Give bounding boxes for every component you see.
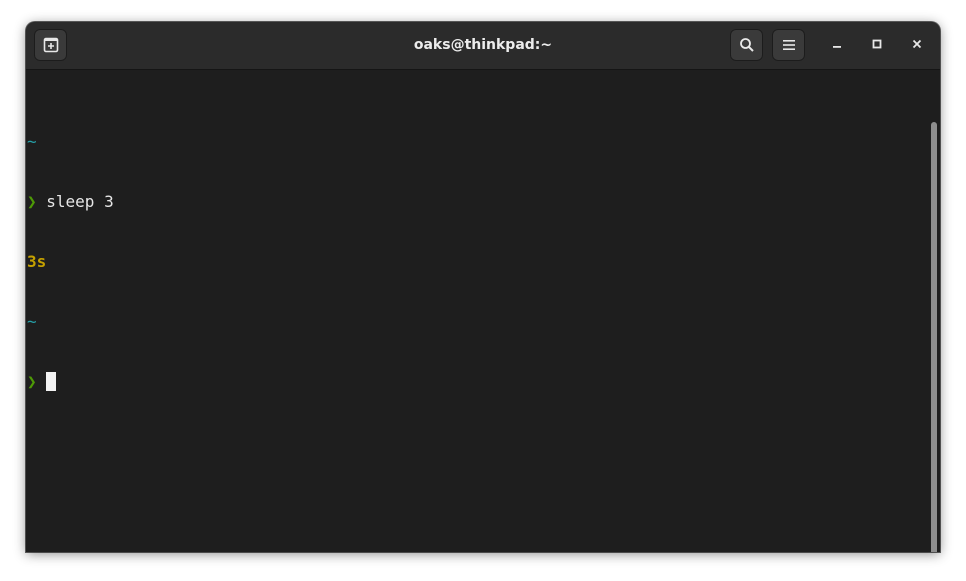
search-button[interactable] bbox=[730, 29, 763, 61]
terminal-line: ~ bbox=[27, 312, 114, 332]
terminal-line: ❯ bbox=[27, 372, 114, 392]
maximize-icon bbox=[872, 36, 882, 54]
header-bar: oaks@thinkpad:~ bbox=[26, 22, 940, 70]
terminal-window: oaks@thinkpad:~ ~ ❯ sleep 3 3s ~ ❯ bbox=[26, 22, 940, 552]
working-directory: ~ bbox=[27, 132, 37, 151]
text-cursor bbox=[46, 372, 57, 391]
menu-button[interactable] bbox=[772, 29, 805, 61]
terminal-line: ❯ sleep 3 bbox=[27, 192, 114, 212]
command-text: sleep 3 bbox=[36, 192, 114, 211]
close-icon bbox=[912, 36, 922, 54]
new-tab-icon bbox=[43, 37, 59, 53]
minimize-button[interactable] bbox=[825, 33, 849, 57]
terminal-line: ~ bbox=[27, 132, 114, 152]
prompt-symbol: ❯ bbox=[27, 192, 37, 211]
maximize-button[interactable] bbox=[865, 33, 889, 57]
new-tab-button[interactable] bbox=[34, 29, 67, 61]
command-duration: 3s bbox=[27, 252, 47, 271]
terminal-output: ~ ❯ sleep 3 3s ~ ❯ bbox=[27, 92, 114, 432]
search-icon bbox=[739, 37, 755, 53]
minimize-icon bbox=[832, 36, 842, 54]
terminal-line: 3s bbox=[27, 252, 114, 272]
hamburger-menu-icon bbox=[782, 38, 796, 52]
command-input[interactable] bbox=[37, 372, 47, 391]
close-button[interactable] bbox=[905, 33, 929, 57]
prompt-symbol: ❯ bbox=[27, 372, 37, 391]
working-directory: ~ bbox=[27, 312, 37, 331]
scrollbar[interactable] bbox=[931, 122, 937, 552]
terminal-area[interactable]: ~ ❯ sleep 3 3s ~ ❯ bbox=[26, 70, 940, 552]
